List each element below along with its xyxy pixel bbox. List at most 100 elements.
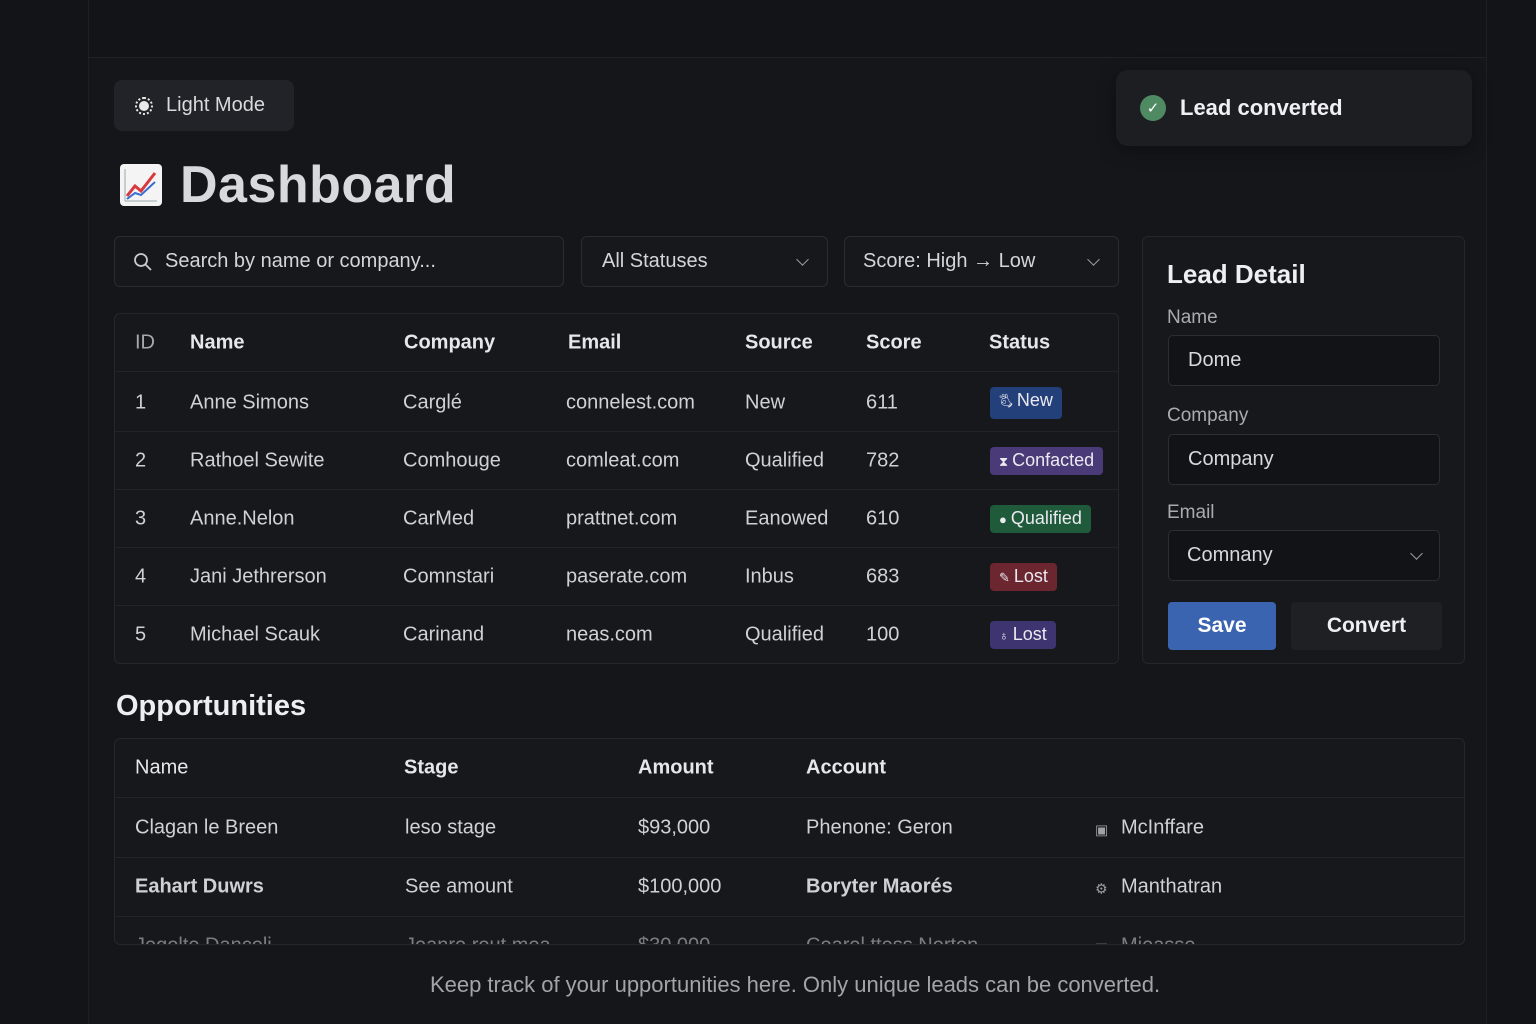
status-icon: ● [999, 511, 1007, 527]
cell-name: Michael Scauk [190, 623, 321, 646]
status-icon: ⧗ [999, 453, 1009, 469]
sort-value: Score: High → Low [863, 250, 1036, 272]
cell-name: Rathoel Sewite [190, 449, 325, 471]
table-header-row: Name Stage Amount Account [115, 739, 1464, 798]
cell-source: Qualified [745, 449, 824, 471]
cell-name: Anne.Nelon [190, 507, 295, 529]
status-badge: ⧗ Confacted [990, 446, 1104, 475]
cell-account: Boryter Maorés [806, 875, 953, 898]
toast-message: Lead converted [1180, 95, 1343, 120]
table-row[interactable]: 3 Anne.Nelon CarMed prattnet.com Eanowed 610 ●… [115, 490, 1118, 548]
chevron-down-icon [1410, 546, 1423, 560]
status-badge: ♁ Lost [990, 621, 1056, 649]
status-label: Lost [1012, 624, 1047, 644]
chevron-down-icon [796, 252, 809, 266]
footer-note: Keep track of your upportunities here. O… [429, 972, 1161, 997]
chevron-down-icon [1087, 252, 1100, 266]
cell-amount: $93,000 [638, 816, 711, 839]
table-row[interactable]: 1 Anne Simons Carglé connelest.com New 611 🖏 Ne… [115, 374, 1118, 432]
cell-stage: Jeanre rout mea [405, 935, 551, 945]
status-icon: ✎ [999, 569, 1010, 585]
light-mode-toggle[interactable]: Light Mode [114, 80, 294, 131]
status-badge: ✎ Lost [990, 562, 1057, 591]
opportunities-title: Opportunities [116, 690, 307, 722]
cell-id: 5 [135, 623, 147, 646]
cell-source: Eanowed [745, 507, 829, 529]
leads-table: ID Name Company Email Source Score Statu… [114, 313, 1119, 664]
cell-id: 1 [135, 391, 147, 413]
cell-stage: See amount [405, 875, 513, 898]
col-header-name: Name [135, 756, 189, 779]
table-row[interactable]: 5 Michael Scauk Carinand neas.com Qualified 1… [115, 606, 1118, 664]
cell-email: comleat.com [566, 449, 680, 471]
owner-label: Mieasse [1121, 935, 1195, 945]
col-header-account: Account [806, 756, 886, 779]
status-icon: 🖏 [999, 393, 1013, 409]
table-header-row: ID Name Company Email Source Score Statu… [115, 314, 1118, 372]
light-mode-label: Light Mode [166, 94, 265, 116]
cell-source: Inbus [745, 565, 794, 587]
cell-amount: $100,000 [638, 875, 722, 898]
cell-stage: leso stage [405, 816, 497, 839]
convert-button[interactable]: Convert [1291, 602, 1442, 650]
search-box[interactable] [114, 236, 564, 287]
owner-label: McInffare [1121, 816, 1204, 839]
cell-id: 3 [135, 507, 147, 529]
table-row[interactable]: Eahart Duwrs See amount $100,000 Boryter Ma… [115, 858, 1464, 917]
bag-icon: ▣ [1095, 940, 1109, 945]
search-input[interactable] [165, 250, 545, 273]
cell-email: paserate.com [566, 565, 688, 587]
cell-owner: ▣ McInffare [1095, 817, 1204, 840]
status-label: Qualified [1010, 507, 1082, 528]
cell-amount: $30,000 [638, 935, 710, 945]
status-icon: ♁ [999, 628, 1009, 643]
cell-score: 782 [866, 449, 900, 471]
page-title: Dashboard [180, 156, 457, 214]
table-row[interactable]: Clagan le Breen leso stage $93,000 Phenone:… [115, 799, 1464, 858]
sort-select[interactable]: Score: High → Low [844, 236, 1119, 287]
gear-icon: ⚙ [1095, 880, 1108, 897]
save-button[interactable]: Save [1168, 602, 1276, 650]
cell-owner: ⚙ Manthatran [1095, 876, 1222, 899]
right-rail [1486, 0, 1536, 1024]
cell-email: connelest.com [566, 391, 695, 413]
cell-company: CarMed [403, 507, 475, 529]
cell-source: New [745, 391, 786, 413]
cell-owner: ▣ Mieasse [1095, 935, 1195, 945]
check-circle-icon: ✓ [1140, 95, 1166, 121]
cell-id: 2 [135, 449, 147, 471]
page-header: Dashboard [120, 155, 456, 215]
cell-source: Qualified [745, 623, 824, 646]
status-badge: 🖏 New [990, 386, 1062, 419]
status-label: New [1016, 389, 1053, 410]
email-field-value: Comnany [1187, 544, 1273, 566]
status-filter-value: All Statuses [602, 250, 708, 272]
col-header-stage: Stage [404, 756, 459, 779]
table-row[interactable]: 2 Rathoel Sewite Comhouge comleat.com Qualif… [115, 432, 1118, 490]
lead-detail-panel: Lead Detail Name Company Email Comnany S… [1142, 236, 1465, 664]
company-field[interactable] [1168, 434, 1440, 485]
cell-score: 611 [866, 391, 898, 413]
col-header-company: Company [404, 331, 496, 353]
company-label: Company [1167, 405, 1249, 426]
status-label: Lost [1013, 565, 1048, 586]
cell-account: Phenone: Geron [806, 816, 953, 839]
cell-score: 683 [866, 565, 900, 587]
cell-score: 100 [866, 623, 900, 646]
table-row[interactable]: Jegolte Dancoli Jeanre rout mea $30,000 Coa… [115, 917, 1464, 945]
email-field[interactable]: Comnany [1168, 530, 1440, 581]
col-header-email: Email [568, 331, 622, 353]
col-header-amount: Amount [638, 756, 714, 779]
name-field[interactable] [1168, 335, 1440, 386]
status-filter-select[interactable]: All Statuses [581, 236, 828, 287]
cell-id: 4 [135, 565, 147, 587]
cell-email: prattnet.com [566, 507, 678, 529]
cell-email: neas.com [566, 623, 653, 646]
table-row[interactable]: 4 Jani Jethrerson Comnstari paserate.com Inb… [115, 548, 1118, 606]
status-badge: ● Qualified [990, 504, 1091, 533]
top-bar [0, 0, 1536, 58]
cell-name: Anne Simons [190, 391, 309, 413]
sun-icon [134, 96, 154, 116]
cell-name: Jegolte Dancoli [135, 935, 272, 945]
chart-increasing-icon [120, 164, 162, 206]
